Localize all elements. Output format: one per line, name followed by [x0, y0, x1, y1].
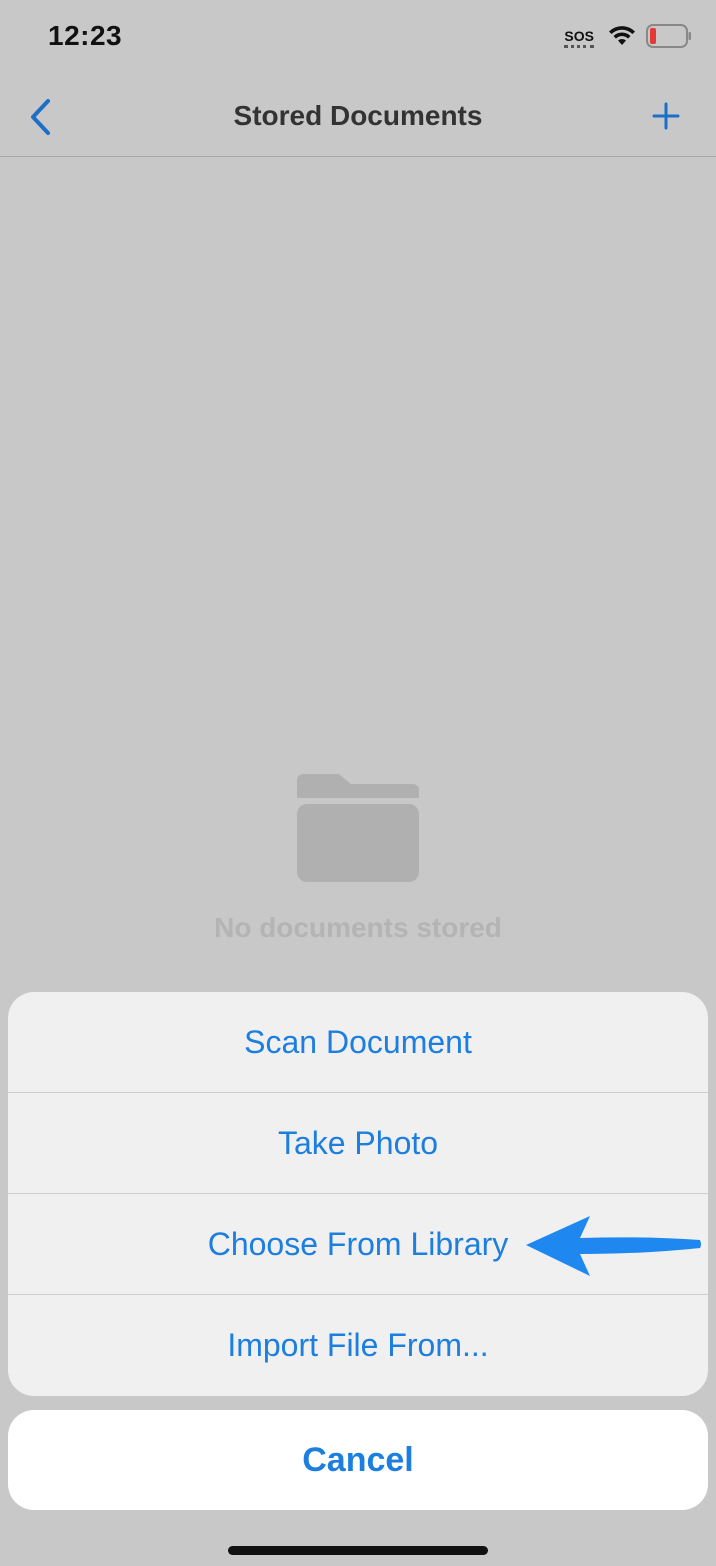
status-time: 12:23: [48, 20, 123, 51]
plus-icon: [652, 102, 680, 130]
sos-indicator: SOS: [564, 29, 594, 48]
status-icons: SOS: [564, 24, 692, 53]
battery-low-icon: [646, 24, 692, 53]
empty-state: No documents stored: [0, 770, 716, 944]
home-indicator[interactable]: [228, 1546, 488, 1555]
action-sheet: Scan Document Take Photo Choose From Lib…: [8, 992, 708, 1396]
wifi-icon: [608, 25, 636, 52]
folder-icon: [297, 774, 419, 882]
scan-document-button[interactable]: Scan Document: [8, 992, 708, 1093]
arrow-left-icon: [526, 1216, 701, 1276]
cancel-button[interactable]: Cancel: [8, 1410, 708, 1510]
navigation-bar: Stored Documents: [0, 78, 716, 157]
page-title: Stored Documents: [233, 100, 483, 131]
empty-state-message: No documents stored: [214, 912, 502, 943]
take-photo-button[interactable]: Take Photo: [8, 1093, 708, 1194]
status-bar: 12:23 SOS: [0, 0, 716, 78]
add-document-button[interactable]: [650, 100, 682, 132]
import-file-button[interactable]: Import File From...: [8, 1295, 708, 1396]
